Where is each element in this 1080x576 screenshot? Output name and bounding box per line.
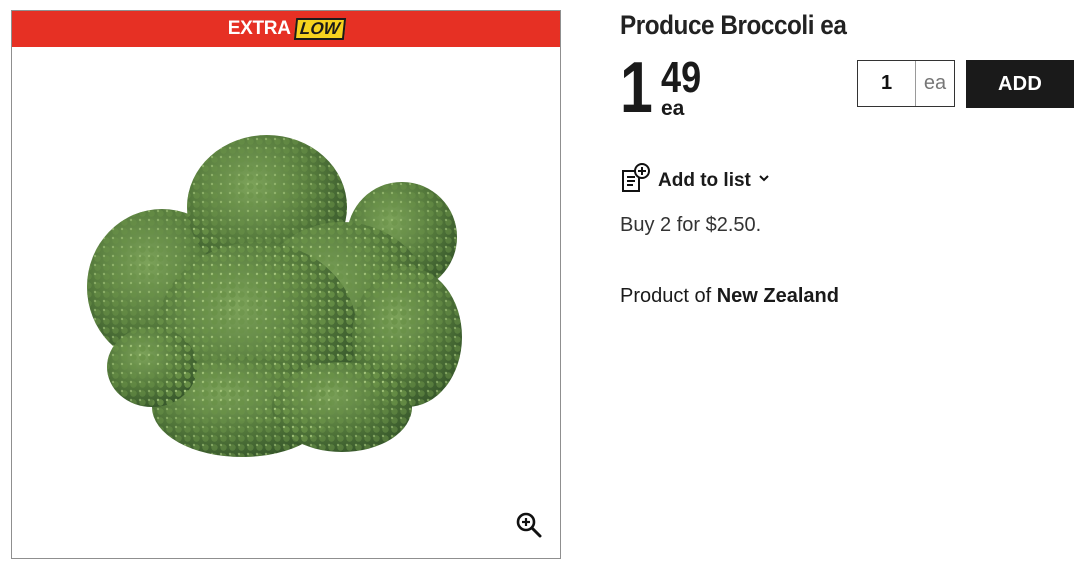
quantity-input[interactable] bbox=[858, 61, 916, 106]
promo-low-label: LOW bbox=[293, 18, 346, 40]
country-of-origin: Product of New Zealand bbox=[620, 285, 839, 308]
product-image-card: EXTRA LOW bbox=[11, 10, 561, 559]
origin-country: New Zealand bbox=[716, 285, 839, 307]
price-dollars: 1 bbox=[620, 48, 653, 128]
price-cents: 49 bbox=[661, 53, 702, 102]
add-to-list-label: Add to list bbox=[658, 169, 751, 191]
add-to-list-button[interactable]: Add to list bbox=[620, 162, 771, 199]
price-unit: ea bbox=[661, 97, 685, 120]
product-title: Produce Broccoli ea bbox=[620, 10, 847, 40]
quantity-unit: ea bbox=[923, 72, 947, 94]
quantity-selector: ea bbox=[857, 60, 955, 107]
promo-extra-label: EXTRA bbox=[227, 18, 291, 39]
zoom-in-icon[interactable] bbox=[514, 510, 544, 540]
chevron-down-icon bbox=[757, 171, 771, 190]
multi-buy-promo-text: Buy 2 for $2.50. bbox=[620, 214, 762, 236]
list-add-icon bbox=[620, 162, 652, 199]
product-image bbox=[87, 135, 462, 457]
extra-low-banner: EXTRA LOW bbox=[12, 11, 560, 47]
origin-prefix: Product of bbox=[620, 285, 712, 307]
add-to-cart-button[interactable]: ADD bbox=[966, 60, 1074, 108]
